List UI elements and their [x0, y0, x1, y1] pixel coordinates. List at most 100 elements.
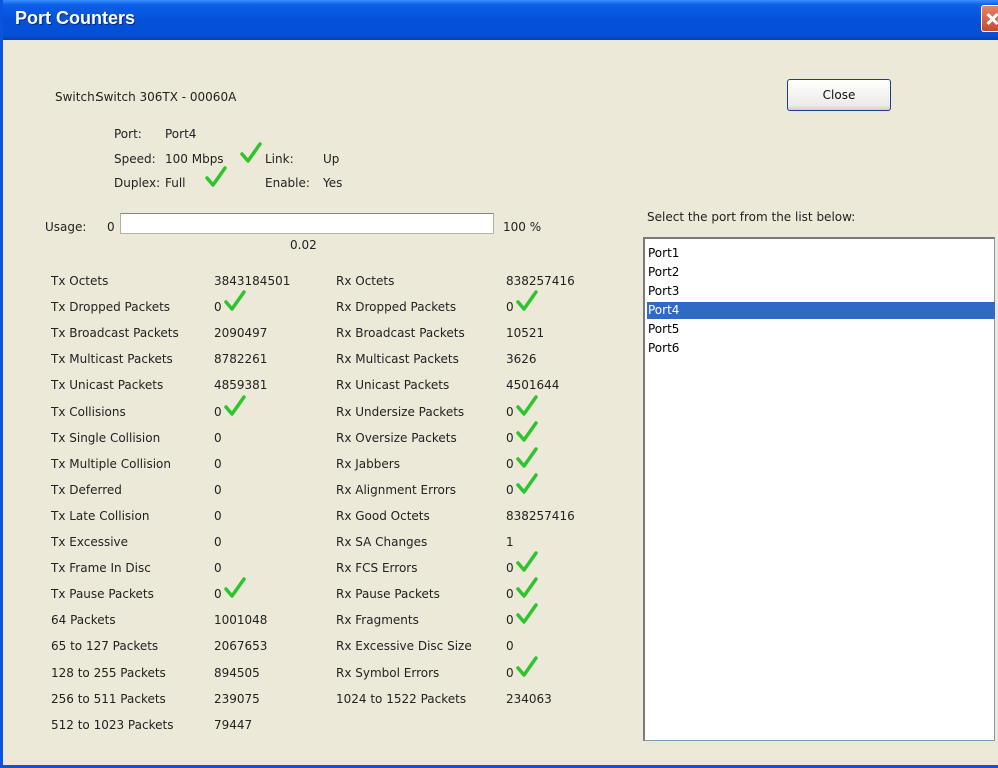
tx-counter-value: 3843184501	[214, 274, 291, 288]
tx-counter-value: 2090497	[214, 326, 268, 340]
port-list-item[interactable]: Port5	[647, 321, 995, 338]
ok-check-icon	[516, 577, 538, 598]
speed-label: Speed:	[114, 152, 156, 166]
link-label: Link:	[265, 152, 294, 166]
usage-max: 100 %	[503, 220, 542, 234]
rx-counter-label: Rx Pause Packets	[336, 587, 440, 601]
tx-counter-label: Tx Unicast Packets	[51, 378, 164, 392]
rx-counter-label: Rx Alignment Errors	[336, 483, 457, 497]
tx-counter-value: 0	[214, 457, 222, 471]
rx-counter-label: Rx Fragments	[336, 613, 419, 627]
speed-ok-check-icon	[240, 142, 262, 163]
rx-counter-value: 1	[506, 535, 514, 549]
tx-counter-label: 512 to 1023 Packets	[51, 718, 174, 732]
speed-value: 100 Mbps	[165, 152, 224, 166]
ok-check-icon	[516, 447, 538, 468]
rx-counter-label: Rx Octets	[336, 274, 395, 288]
rx-counter-value: 4501644	[506, 378, 560, 392]
tx-counter-label: Tx Dropped Packets	[51, 300, 171, 314]
tx-counter-value: 0	[214, 561, 222, 575]
tx-counter-value: 2067653	[214, 639, 268, 653]
rx-counter-value: 0	[506, 405, 514, 419]
ok-check-icon	[516, 421, 538, 442]
rx-counter-value: 3626	[506, 352, 537, 366]
ok-check-icon	[516, 656, 538, 677]
rx-counter-value: 838257416	[506, 509, 575, 523]
tx-counter-label: Tx Broadcast Packets	[51, 326, 179, 340]
rx-counter-label: Rx Unicast Packets	[336, 378, 450, 392]
tx-counter-value: 0	[214, 587, 222, 601]
tx-counter-label: Tx Excessive	[51, 535, 129, 549]
switch-label: Switch:	[55, 90, 99, 104]
tx-counter-label: Tx Pause Packets	[51, 587, 154, 601]
ok-check-icon	[224, 290, 246, 311]
window-title: Port Counters	[15, 8, 136, 28]
rx-counter-value: 234063	[506, 692, 552, 706]
rx-counter-value: 0	[506, 300, 514, 314]
tx-counter-label: Tx Late Collision	[51, 509, 150, 523]
port-list-prompt: Select the port from the list below:	[647, 210, 856, 224]
rx-counter-value: 0	[506, 639, 514, 653]
port-list-item[interactable]: Port3	[647, 283, 995, 300]
tx-counter-value: 0	[214, 509, 222, 523]
tx-counter-value: 0	[214, 431, 222, 445]
tx-counter-label: Tx Frame In Disc	[51, 561, 151, 575]
window-close-icon[interactable]	[981, 5, 998, 32]
port-counters-window: Port Counters Switch: Switch 306TX - 000…	[0, 0, 998, 768]
duplex-value: Full	[165, 176, 186, 190]
rx-counter-value: 838257416	[506, 274, 575, 288]
title-bar[interactable]: Port Counters	[3, 0, 998, 40]
enable-value: Yes	[323, 176, 343, 190]
port-value: Port4	[165, 127, 197, 141]
rx-counter-label: Rx FCS Errors	[336, 561, 418, 575]
tx-counter-value: 0	[214, 300, 222, 314]
ok-check-icon	[224, 395, 246, 416]
rx-counter-label: Rx SA Changes	[336, 535, 428, 549]
rx-counter-value: 0	[506, 561, 514, 575]
tx-counter-value: 8782261	[214, 352, 268, 366]
rx-counter-label: Rx Jabbers	[336, 457, 400, 471]
tx-counter-value: 0	[214, 483, 222, 497]
switch-value: Switch 306TX - 00060A	[96, 90, 237, 104]
duplex-label: Duplex:	[114, 176, 161, 190]
tx-counter-value: 1001048	[214, 613, 268, 627]
rx-counter-label: Rx Excessive Disc Size	[336, 639, 472, 653]
dialog-body: Switch: Switch 306TX - 00060A Close Port…	[6, 40, 998, 765]
rx-counter-value: 0	[506, 666, 514, 680]
ok-check-icon	[516, 603, 538, 624]
tx-counter-value: 0	[214, 405, 222, 419]
port-label: Port:	[114, 127, 142, 141]
tx-counter-value: 0	[214, 535, 222, 549]
port-list-item[interactable]: Port1	[647, 245, 995, 262]
port-list-item[interactable]: Port4	[647, 302, 995, 319]
tx-counter-label: Tx Octets	[51, 274, 109, 288]
close-button[interactable]: Close	[787, 79, 891, 111]
rx-counter-label: Rx Oversize Packets	[336, 431, 457, 445]
tx-counter-label: Tx Collisions	[51, 405, 126, 419]
usage-label: Usage:	[45, 220, 87, 234]
tx-counter-label: Tx Multicast Packets	[51, 352, 173, 366]
tx-counter-value: 4859381	[214, 378, 268, 392]
rx-counter-value: 0	[506, 483, 514, 497]
rx-counter-value: 0	[506, 431, 514, 445]
usage-progress-bar	[120, 213, 494, 234]
rx-counter-label: Rx Undersize Packets	[336, 405, 465, 419]
ok-check-icon	[516, 395, 538, 416]
rx-counter-value: 10521	[506, 326, 545, 340]
duplex-ok-check-icon	[205, 166, 227, 187]
tx-counter-value: 894505	[214, 666, 260, 680]
link-value: Up	[323, 152, 340, 166]
tx-counter-label: Tx Single Collision	[51, 431, 161, 445]
enable-label: Enable:	[265, 176, 310, 190]
rx-counter-value: 0	[506, 587, 514, 601]
port-list-item[interactable]: Port2	[647, 264, 995, 281]
ok-check-icon	[516, 473, 538, 494]
ok-check-icon	[516, 290, 538, 311]
rx-counter-value: 0	[506, 613, 514, 627]
rx-counter-value: 0	[506, 457, 514, 471]
tx-counter-label: Tx Multiple Collision	[51, 457, 171, 471]
port-listbox[interactable]: Port1 Port2 Port3 Port4 Port5 Port6	[643, 237, 995, 741]
tx-counter-label: 64 Packets	[51, 613, 116, 627]
rx-counter-label: Rx Multicast Packets	[336, 352, 459, 366]
port-list-item[interactable]: Port6	[647, 340, 995, 357]
